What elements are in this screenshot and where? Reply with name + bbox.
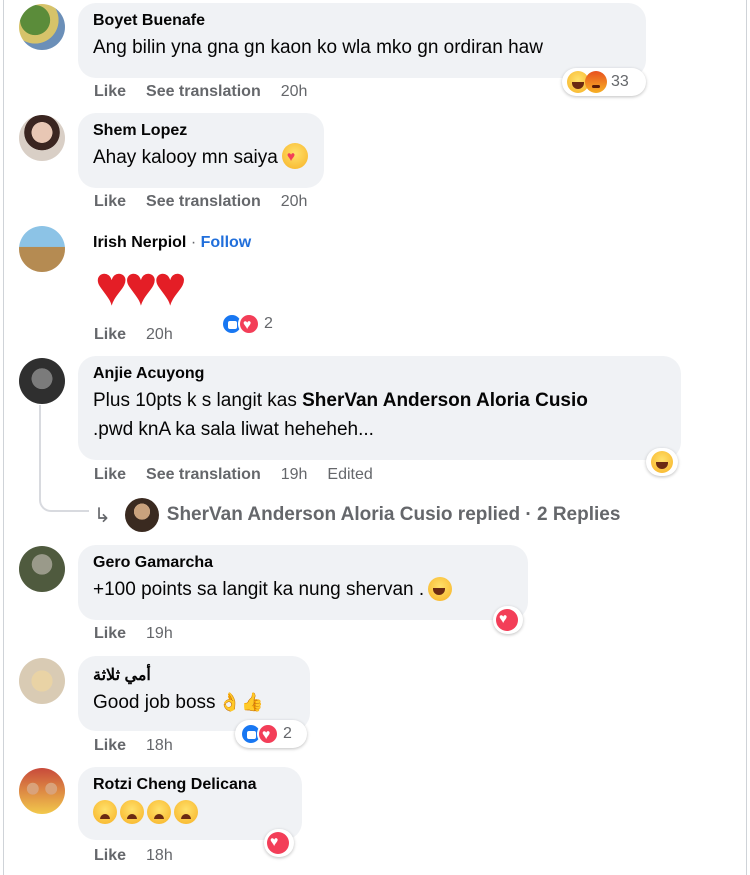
comment-author-row: Irish Nerpiol · Follow xyxy=(93,234,251,252)
separator-dot: · xyxy=(190,234,197,251)
reply-arrow-icon: ↳ xyxy=(94,504,111,527)
comment-actions: Like 20h xyxy=(94,326,193,344)
comment-author[interactable]: Irish Nerpiol xyxy=(93,234,186,251)
comment-actions: Like 19h xyxy=(94,625,193,643)
reaction-summary[interactable]: 2 xyxy=(235,720,307,748)
comment-author[interactable]: Anjie Acuyong xyxy=(93,365,667,383)
replies-link[interactable]: SherVan Anderson Aloria Cusio replied · … xyxy=(167,504,621,526)
comment-actions: Like See translation 20h xyxy=(94,193,327,211)
thumbs-up-icon: 👍 xyxy=(240,692,264,712)
like-button[interactable]: Like xyxy=(94,737,126,754)
comment-text-line-2: .pwd knA ka sala liwat heheheh... xyxy=(93,419,374,440)
crying-emoji-icon xyxy=(93,800,117,824)
heart-icon: ♥ xyxy=(95,254,129,317)
reaction-summary[interactable] xyxy=(264,829,294,857)
comment-actions: Like See translation 20h xyxy=(94,83,327,101)
comment-text-part: Plus 10pts k s langit kas xyxy=(93,390,303,411)
thread-connector xyxy=(39,496,89,512)
like-button[interactable]: Like xyxy=(94,83,126,100)
comment-text: Good job boss 👌👍 xyxy=(93,688,296,717)
timestamp[interactable]: 18h xyxy=(146,847,173,864)
thread-line xyxy=(39,405,41,497)
timestamp[interactable]: 20h xyxy=(281,83,308,100)
follow-button[interactable]: Follow xyxy=(201,234,252,251)
see-translation-link[interactable]: See translation xyxy=(146,83,261,100)
timestamp[interactable]: 18h xyxy=(146,737,173,754)
love-icon xyxy=(238,313,260,335)
comment-text-content: +100 points sa langit ka nung shervan . xyxy=(93,579,425,600)
avatar[interactable] xyxy=(19,226,65,272)
avatar[interactable] xyxy=(19,546,65,592)
grin-emoji-icon xyxy=(428,577,453,601)
view-replies[interactable]: ↳ SherVan Anderson Aloria Cusio replied … xyxy=(94,498,620,532)
timestamp[interactable]: 20h xyxy=(281,193,308,210)
comment-author[interactable]: أمي ثلاثة xyxy=(93,665,296,685)
love-icon xyxy=(496,609,518,631)
avatar[interactable] xyxy=(19,115,65,161)
comment-author[interactable]: Boyet Buenafe xyxy=(93,12,632,30)
like-button[interactable]: Like xyxy=(94,847,126,864)
timestamp[interactable]: 19h xyxy=(281,466,308,483)
angry-icon xyxy=(585,71,607,93)
like-button[interactable]: Like xyxy=(94,193,126,210)
comment-author[interactable]: Gero Gamarcha xyxy=(93,554,514,572)
edited-label[interactable]: Edited xyxy=(327,466,372,483)
page-border-right xyxy=(746,0,747,875)
see-translation-link[interactable]: See translation xyxy=(146,466,261,483)
timestamp[interactable]: 20h xyxy=(146,326,173,343)
avatar[interactable] xyxy=(19,658,65,704)
heart-icon: ♥ xyxy=(124,254,158,317)
avatar[interactable] xyxy=(19,358,65,404)
heart-icon: ♥ xyxy=(153,254,187,317)
avatar[interactable] xyxy=(19,768,65,814)
reaction-summary[interactable]: 2 xyxy=(216,310,286,338)
comment-bubble: Gero Gamarcha +100 points sa langit ka n… xyxy=(78,545,528,620)
reaction-summary[interactable] xyxy=(493,606,523,634)
reaction-summary[interactable]: 33 xyxy=(562,68,646,96)
crying-emoji-icon xyxy=(120,800,144,824)
reaction-summary[interactable] xyxy=(646,448,678,476)
crying-emoji-icon xyxy=(174,800,198,824)
laugh-icon xyxy=(651,451,673,473)
comment-bubble: Rotzi Cheng Delicana xyxy=(78,767,302,840)
comment-text: Plus 10pts k s langit kas SherVan Anders… xyxy=(93,386,667,415)
ok-hand-icon: 👌 xyxy=(218,692,241,712)
comment-text: +100 points sa langit ka nung shervan . xyxy=(93,575,514,604)
love-icon xyxy=(257,723,279,745)
big-hearts: ♥♥♥ xyxy=(95,254,187,317)
see-translation-link[interactable]: See translation xyxy=(146,193,261,210)
page-border-left xyxy=(3,0,4,875)
like-button[interactable]: Like xyxy=(94,326,126,343)
crying-emoji-icon xyxy=(147,800,171,824)
reaction-count: 2 xyxy=(283,725,292,742)
comment-actions: Like See translation 19h Edited xyxy=(94,466,393,484)
comment-text-content: Good job boss xyxy=(93,692,216,713)
comment-bubble: Boyet Buenafe Ang bilin yna gna gn kaon … xyxy=(78,3,646,78)
mention-link[interactable]: SherVan Anderson Aloria Cusio xyxy=(302,390,588,411)
reply-avatar xyxy=(124,498,159,532)
crying-emojis xyxy=(93,800,288,833)
avatar[interactable] xyxy=(19,4,65,50)
comment-author[interactable]: Rotzi Cheng Delicana xyxy=(93,776,288,794)
comment-text: Ang bilin yna gna gn kaon ko wla mko gn … xyxy=(93,37,543,58)
comment-actions: Like 18h xyxy=(94,847,193,865)
comment-text: Ahay kalooy mn saiya xyxy=(93,143,310,172)
like-button[interactable]: Like xyxy=(94,625,126,642)
comment-bubble: Anjie Acuyong Plus 10pts k s langit kas … xyxy=(78,356,681,460)
comment-actions: Like 18h xyxy=(94,737,193,755)
timestamp[interactable]: 19h xyxy=(146,625,173,642)
reaction-count: 33 xyxy=(611,73,629,90)
care-emoji-icon xyxy=(281,143,308,169)
comment-text-content: Ahay kalooy mn saiya xyxy=(93,147,278,168)
like-button[interactable]: Like xyxy=(94,466,126,483)
reaction-count: 2 xyxy=(264,315,273,332)
love-icon xyxy=(267,832,289,854)
comment-author[interactable]: Shem Lopez xyxy=(93,122,310,140)
comment-bubble: Shem Lopez Ahay kalooy mn saiya xyxy=(78,113,324,188)
